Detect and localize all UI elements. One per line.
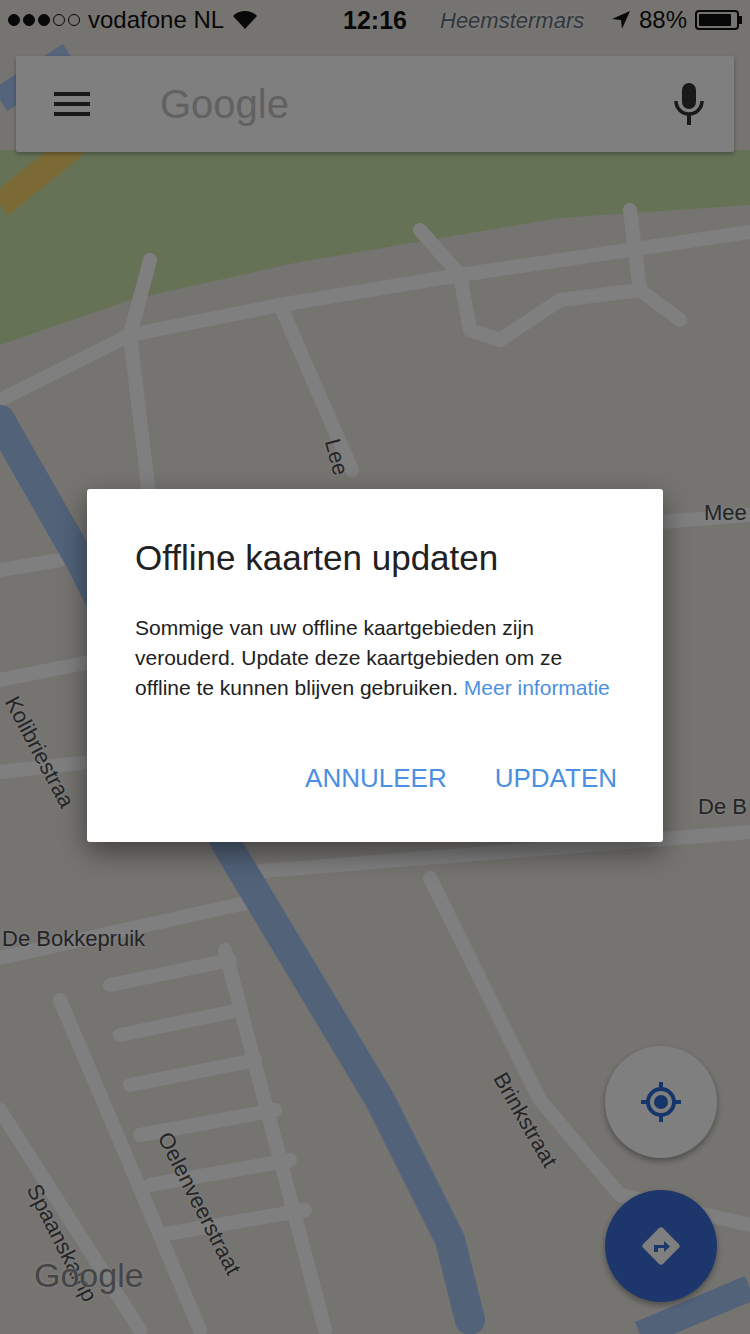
dialog-body: Sommige van uw offline kaartgebieden zij… (135, 613, 615, 703)
dialog-actions: ANNULEER UPDATEN (135, 755, 621, 802)
dialog-button[interactable]: UPDATEN (491, 755, 621, 802)
update-dialog: Offline kaarten updaten Sommige van uw of… (87, 489, 663, 842)
dialog-button[interactable]: ANNULEER (301, 755, 451, 802)
more-info-link[interactable]: Meer informatie (464, 676, 610, 699)
screen: HeemstermarsLeeMeeKolibriestraaDe BDe Bo… (0, 0, 750, 1334)
dialog-scrim[interactable]: Offline kaarten updaten Sommige van uw of… (0, 0, 750, 1334)
dialog-title: Offline kaarten updaten (135, 537, 615, 579)
